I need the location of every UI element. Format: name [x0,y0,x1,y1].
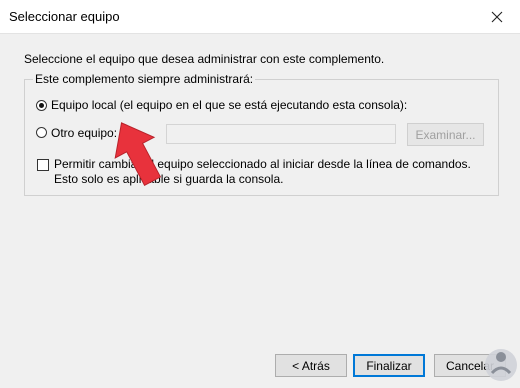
other-computer-input[interactable] [166,124,396,144]
dialog-window: Seleccionar equipo Seleccione el equipo … [0,0,520,388]
close-button[interactable] [474,0,520,33]
window-title: Seleccionar equipo [9,9,120,24]
watermark-logo-icon [485,349,517,381]
red-arrow-icon [114,122,162,187]
groupbox-legend: Este complemento siempre administrará: [33,72,256,86]
other-computer-radio[interactable] [36,127,47,138]
allow-change-checkbox[interactable] [37,159,49,171]
title-bar: Seleccionar equipo [0,0,520,34]
back-button[interactable]: < Atrás [275,354,347,377]
finish-button[interactable]: Finalizar [353,354,425,377]
local-computer-label[interactable]: Equipo local (el equipo en el que se est… [51,98,407,112]
intro-text: Seleccione el equipo que desea administr… [24,52,385,66]
close-icon [491,11,503,22]
local-computer-radio[interactable] [36,100,47,111]
other-computer-label[interactable]: Otro equipo: [51,126,117,140]
browse-button[interactable]: Examinar... [407,123,484,146]
